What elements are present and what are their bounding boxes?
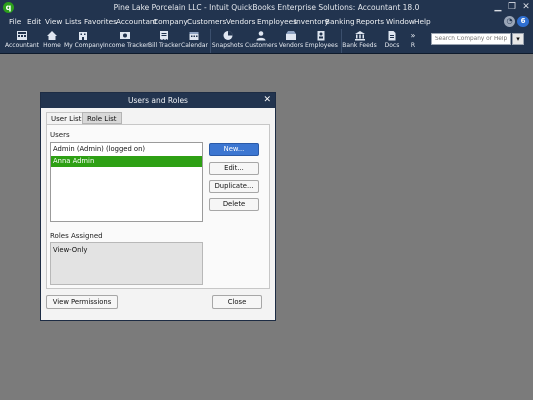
menu-file[interactable]: File bbox=[9, 17, 21, 26]
search-input[interactable] bbox=[431, 33, 511, 45]
iconbar-docs[interactable]: Docs bbox=[380, 29, 404, 53]
accountant-icon bbox=[17, 31, 27, 40]
snapshots-icon bbox=[223, 31, 232, 40]
new-user-button[interactable]: New... bbox=[209, 143, 259, 156]
restore-icon[interactable]: ❐ bbox=[506, 1, 518, 13]
iconbar-home[interactable]: Home bbox=[41, 29, 63, 53]
dialog-title-bar[interactable]: Users and Roles ✕ bbox=[41, 93, 275, 108]
home-icon bbox=[47, 31, 57, 40]
close-button[interactable]: Close bbox=[212, 295, 262, 309]
iconbar-calendar[interactable]: Calendar bbox=[181, 29, 208, 53]
delete-user-button[interactable]: Delete bbox=[209, 198, 259, 211]
iconbar-bank-feeds[interactable]: Bank Feeds bbox=[341, 29, 377, 53]
more-icon: » bbox=[410, 31, 416, 40]
users-label: Users bbox=[50, 131, 70, 139]
list-item: View-Only bbox=[53, 246, 88, 254]
menu-vendors[interactable]: Vendors bbox=[226, 17, 255, 26]
close-window-icon[interactable]: ✕ bbox=[520, 1, 532, 13]
menu-lists[interactable]: Lists bbox=[65, 17, 82, 26]
iconbar-label: Calendar bbox=[181, 42, 208, 49]
iconbar-label: Bill Tracker bbox=[148, 42, 181, 49]
calendar-icon bbox=[189, 32, 199, 40]
menu-employees[interactable]: Employees bbox=[257, 17, 297, 26]
notification-bell-icon[interactable]: ◔ bbox=[504, 16, 515, 27]
iconbar-label: Snapshots bbox=[211, 42, 244, 49]
iconbar-label: R bbox=[410, 42, 416, 49]
menu-reports[interactable]: Reports bbox=[356, 17, 384, 26]
tab-role-list[interactable]: Role List bbox=[82, 112, 122, 124]
list-item-selected[interactable]: Anna Admin bbox=[51, 156, 202, 167]
iconbar-income-tracker[interactable]: Income Tracker bbox=[103, 29, 149, 53]
menu-favorites[interactable]: Favorites bbox=[84, 17, 117, 26]
menu-bar: File Edit View Lists Favorites Accountan… bbox=[0, 15, 533, 28]
menu-banking[interactable]: Banking bbox=[325, 17, 355, 26]
iconbar-customers[interactable]: Customers bbox=[245, 29, 277, 53]
iconbar-employees[interactable]: Employees bbox=[305, 29, 338, 53]
iconbar-snapshots[interactable]: Snapshots bbox=[210, 29, 244, 53]
iconbar-label: Income Tracker bbox=[103, 42, 149, 49]
iconbar-vendors[interactable]: Vendors bbox=[278, 29, 304, 53]
roles-assigned-label: Roles Assigned bbox=[50, 232, 103, 240]
iconbar-accountant[interactable]: Accountant bbox=[4, 29, 40, 53]
iconbar-label: Accountant bbox=[4, 42, 40, 49]
alerts-badge[interactable]: 6 bbox=[517, 16, 529, 27]
edit-user-button[interactable]: Edit... bbox=[209, 162, 259, 175]
list-item[interactable]: Admin (Admin) (logged on) bbox=[51, 144, 202, 155]
title-bar: q Pine Lake Porcelain LLC - Intuit Quick… bbox=[0, 0, 533, 15]
iconbar-label: Bank Feeds bbox=[342, 42, 377, 49]
iconbar-label: Customers bbox=[245, 42, 278, 49]
roles-assigned-box: View-Only bbox=[50, 242, 203, 285]
customers-icon bbox=[256, 31, 266, 41]
menu-accountant[interactable]: Accountant bbox=[116, 17, 157, 26]
users-and-roles-dialog: Users and Roles ✕ User List Role List Us… bbox=[40, 92, 276, 321]
minimize-icon[interactable]: ▁ bbox=[492, 1, 504, 13]
iconbar-label: Docs bbox=[384, 42, 400, 49]
income-tracker-icon bbox=[120, 32, 130, 39]
iconbar-bill-tracker[interactable]: Bill Tracker bbox=[148, 29, 181, 53]
menu-company[interactable]: Company bbox=[153, 17, 188, 26]
menu-view[interactable]: View bbox=[45, 17, 62, 26]
employees-icon bbox=[317, 31, 325, 41]
iconbar-label: Home bbox=[43, 42, 61, 49]
iconbar-my-company[interactable]: My Company bbox=[64, 29, 104, 53]
user-list-panel: Users Admin (Admin) (logged on) Anna Adm… bbox=[46, 124, 270, 289]
iconbar-label: My Company bbox=[64, 42, 104, 49]
menu-inventory[interactable]: Inventory bbox=[294, 17, 329, 26]
dialog-title: Users and Roles bbox=[128, 96, 188, 105]
iconbar-label: Vendors bbox=[278, 42, 304, 49]
menu-edit[interactable]: Edit bbox=[27, 17, 41, 26]
bank-feeds-icon bbox=[354, 31, 365, 41]
menu-help[interactable]: Help bbox=[414, 17, 431, 26]
view-permissions-button[interactable]: View Permissions bbox=[46, 295, 118, 309]
vendors-icon bbox=[286, 31, 296, 40]
window-title: Pine Lake Porcelain LLC - Intuit QuickBo… bbox=[113, 3, 420, 12]
bill-tracker-icon bbox=[160, 31, 168, 40]
my-company-icon bbox=[79, 32, 87, 40]
search-dropdown-icon[interactable]: ▾ bbox=[512, 33, 524, 45]
iconbar-more[interactable]: » R bbox=[407, 29, 419, 53]
docs-icon bbox=[388, 31, 396, 41]
users-listbox[interactable]: Admin (Admin) (logged on) Anna Admin bbox=[50, 142, 203, 222]
iconbar-label: Employees bbox=[305, 42, 338, 49]
dialog-close-icon[interactable]: ✕ bbox=[263, 94, 271, 107]
tab-user-list[interactable]: User List bbox=[46, 112, 87, 124]
duplicate-user-button[interactable]: Duplicate... bbox=[209, 180, 259, 193]
menu-window[interactable]: Window bbox=[386, 17, 415, 26]
menu-customers[interactable]: Customers bbox=[187, 17, 226, 26]
